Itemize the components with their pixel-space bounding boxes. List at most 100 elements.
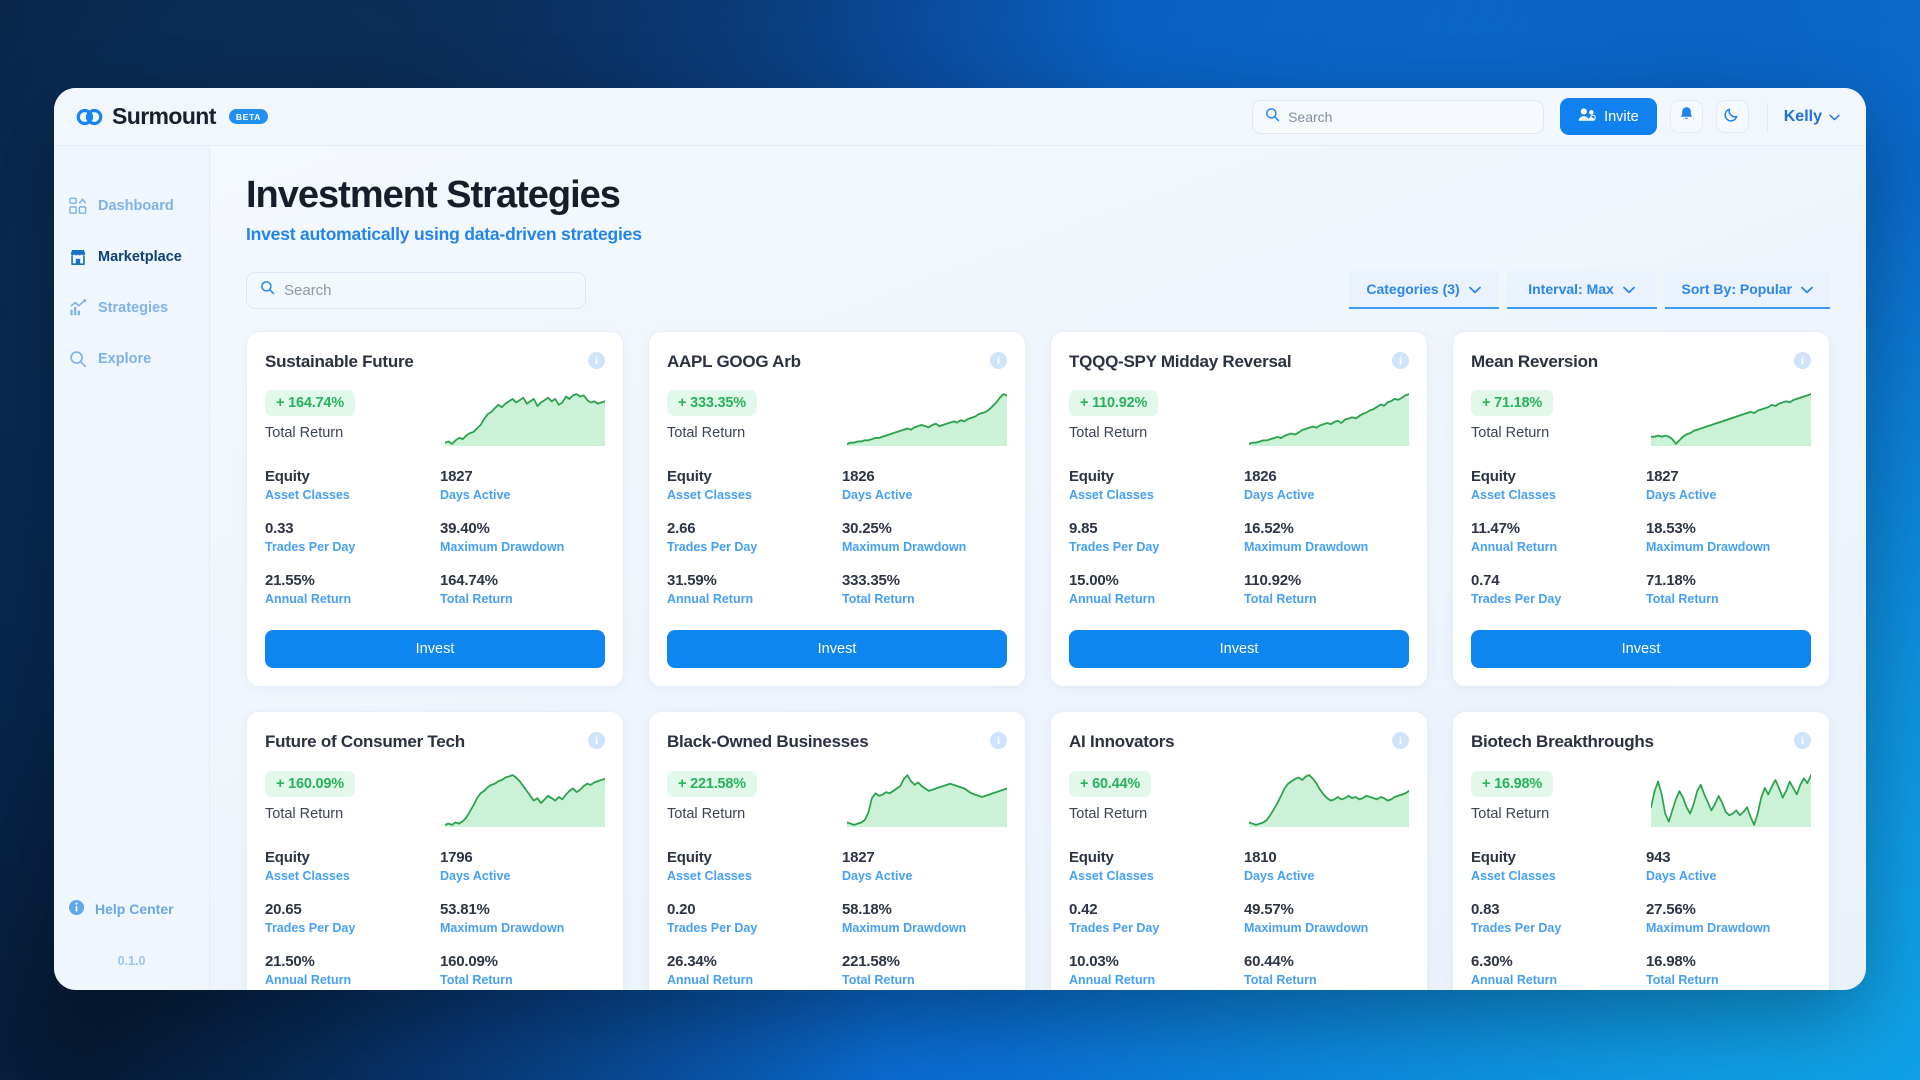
invite-button[interactable]: Invite xyxy=(1560,98,1657,135)
search-icon xyxy=(68,349,87,368)
stat-value: 18.53% xyxy=(1646,520,1696,538)
stat-value: 21.50% xyxy=(265,952,315,970)
stat-cell: Equity Asset Classes xyxy=(1069,849,1234,883)
stat-label: Total Return xyxy=(1244,972,1317,987)
sidebar-item-label: Explore xyxy=(98,350,152,367)
stat-value: 6.30% xyxy=(1471,952,1513,970)
stat-label: Asset Classes xyxy=(1069,488,1154,503)
chevron-down-icon xyxy=(1829,108,1840,126)
filter-group: Categories (3) Interval: Max Sort By: Po… xyxy=(1348,271,1830,309)
strategy-title: Sustainable Future xyxy=(265,352,414,371)
stat-value: 1827 xyxy=(440,468,473,486)
stat-value: 26.34% xyxy=(667,952,717,970)
stat-value: Equity xyxy=(1069,468,1114,486)
info-icon[interactable]: i xyxy=(1794,352,1811,369)
stat-cell: 21.50% Annual Return xyxy=(265,953,430,987)
stat-label: Total Return xyxy=(1646,592,1719,607)
stat-value: Equity xyxy=(1069,848,1114,866)
strategy-card[interactable]: Mean Reversion i + 71.18% Total Return Equit… xyxy=(1452,331,1830,688)
stat-cell: 20.65 Trades Per Day xyxy=(265,901,430,935)
help-center-label: Help Center xyxy=(95,901,174,917)
stat-label: Days Active xyxy=(1244,868,1315,883)
strategy-card[interactable]: Future of Consumer Tech i + 160.09% Total R… xyxy=(246,711,624,990)
sort-by-filter[interactable]: Sort By: Popular xyxy=(1664,271,1830,309)
performance-sparkline xyxy=(1651,774,1811,827)
global-search[interactable] xyxy=(1252,99,1545,134)
stat-value: 1796 xyxy=(440,848,473,866)
info-icon[interactable]: i xyxy=(990,352,1007,369)
invest-button[interactable]: Invest xyxy=(667,630,1007,669)
total-return-badge: + 333.35% xyxy=(667,390,757,417)
stat-cell: 60.44% Total Return xyxy=(1244,953,1409,987)
stat-cell: 30.25% Maximum Drawdown xyxy=(842,520,1007,554)
stat-cell: 164.74% Total Return xyxy=(440,572,605,606)
sidebar-item-marketplace[interactable]: Marketplace xyxy=(54,231,209,282)
stat-value: 1827 xyxy=(1646,468,1679,486)
stat-value: Equity xyxy=(1471,468,1516,486)
stat-value: Equity xyxy=(265,468,310,486)
strategy-search[interactable] xyxy=(246,271,586,309)
beta-badge: BETA xyxy=(228,109,269,124)
brand-logo[interactable]: Surmount BETA xyxy=(76,103,269,130)
strategy-title: Mean Reversion xyxy=(1471,352,1598,371)
stat-grid: Equity Asset Classes 1796 Days Active 20.65 T… xyxy=(265,849,605,987)
strategy-card[interactable]: AAPL GOOG Arb i + 333.35% Total Return Equit… xyxy=(648,331,1026,688)
strategy-title: AI Innovators xyxy=(1069,732,1175,752)
categories-filter[interactable]: Categories (3) xyxy=(1348,271,1499,309)
info-icon[interactable]: i xyxy=(1392,352,1409,369)
app-version: 0.1.0 xyxy=(117,954,146,968)
invest-button[interactable]: Invest xyxy=(1471,630,1811,669)
stat-cell: 31.59% Annual Return xyxy=(667,572,832,606)
interval-filter[interactable]: Interval: Max xyxy=(1506,271,1657,309)
info-icon[interactable]: i xyxy=(1794,732,1811,750)
app-window: Surmount BETA Search Invite Kelly Dashbo… xyxy=(54,88,1866,990)
notifications-button[interactable] xyxy=(1669,100,1703,133)
performance-sparkline xyxy=(445,393,605,447)
strategy-search-input[interactable] xyxy=(284,281,572,299)
sidebar-item-label: Dashboard xyxy=(98,197,174,214)
stat-cell: 58.18% Maximum Drawdown xyxy=(842,901,1007,935)
info-icon[interactable]: i xyxy=(990,732,1007,750)
help-center-link[interactable]: Help Center xyxy=(54,892,209,926)
stat-label: Trades Per Day xyxy=(1471,920,1562,935)
stat-label: Trades Per Day xyxy=(1069,920,1160,935)
stat-cell: 49.57% Maximum Drawdown xyxy=(1244,901,1409,935)
return-block: + 164.74% Total Return xyxy=(265,388,355,441)
stat-value: 0.74 xyxy=(1471,572,1500,590)
sidebar-item-strategies[interactable]: Strategies xyxy=(54,282,209,333)
stat-label: Asset Classes xyxy=(1069,868,1154,883)
invest-button[interactable]: Invest xyxy=(265,630,605,669)
global-search-input[interactable] xyxy=(1288,108,1532,125)
dark-mode-toggle[interactable] xyxy=(1715,100,1749,133)
stat-label: Days Active xyxy=(1244,488,1315,503)
stat-label: Annual Return xyxy=(667,972,754,987)
stat-label: Maximum Drawdown xyxy=(1244,920,1369,935)
sidebar-item-explore[interactable]: Explore xyxy=(54,333,209,384)
info-icon[interactable]: i xyxy=(588,732,605,750)
strategy-card[interactable]: TQQQ-SPY Midday Reversal i + 110.92% Total … xyxy=(1050,331,1428,688)
strategy-card[interactable]: Black-Owned Businesses i + 221.58% Total Re… xyxy=(648,711,1026,990)
stat-cell: 1810 Days Active xyxy=(1244,849,1409,883)
invest-button[interactable]: Invest xyxy=(1069,630,1409,669)
info-icon[interactable]: i xyxy=(1392,732,1409,750)
stat-value: 2.66 xyxy=(667,520,696,538)
stat-cell: 21.55% Annual Return xyxy=(265,572,430,606)
sidebar-item-dashboard[interactable]: Dashboard xyxy=(54,180,209,231)
user-menu[interactable]: Kelly xyxy=(1784,108,1840,126)
stat-label: Annual Return xyxy=(1069,972,1156,987)
stat-value: 71.18% xyxy=(1646,572,1696,590)
return-block: + 333.35% Total Return xyxy=(667,388,757,441)
stat-value: 1810 xyxy=(1244,848,1277,866)
strategy-card[interactable]: AI Innovators i + 60.44% Total Return Equity… xyxy=(1050,711,1428,990)
stat-value: 49.57% xyxy=(1244,900,1294,918)
strategy-card[interactable]: Sustainable Future i + 164.74% Total Return… xyxy=(246,331,624,688)
stat-label: Annual Return xyxy=(265,592,352,607)
strategy-card[interactable]: Biotech Breakthroughs i + 16.98% Total Retu… xyxy=(1452,711,1830,990)
card-summary: + 71.18% Total Return xyxy=(1471,388,1811,447)
stat-value: 30.25% xyxy=(842,520,892,538)
total-return-label: Total Return xyxy=(1069,805,1148,822)
stat-cell: 0.42 Trades Per Day xyxy=(1069,901,1234,935)
stat-label: Trades Per Day xyxy=(667,920,758,935)
stat-cell: 6.30% Annual Return xyxy=(1471,953,1636,987)
info-icon[interactable]: i xyxy=(588,352,605,369)
